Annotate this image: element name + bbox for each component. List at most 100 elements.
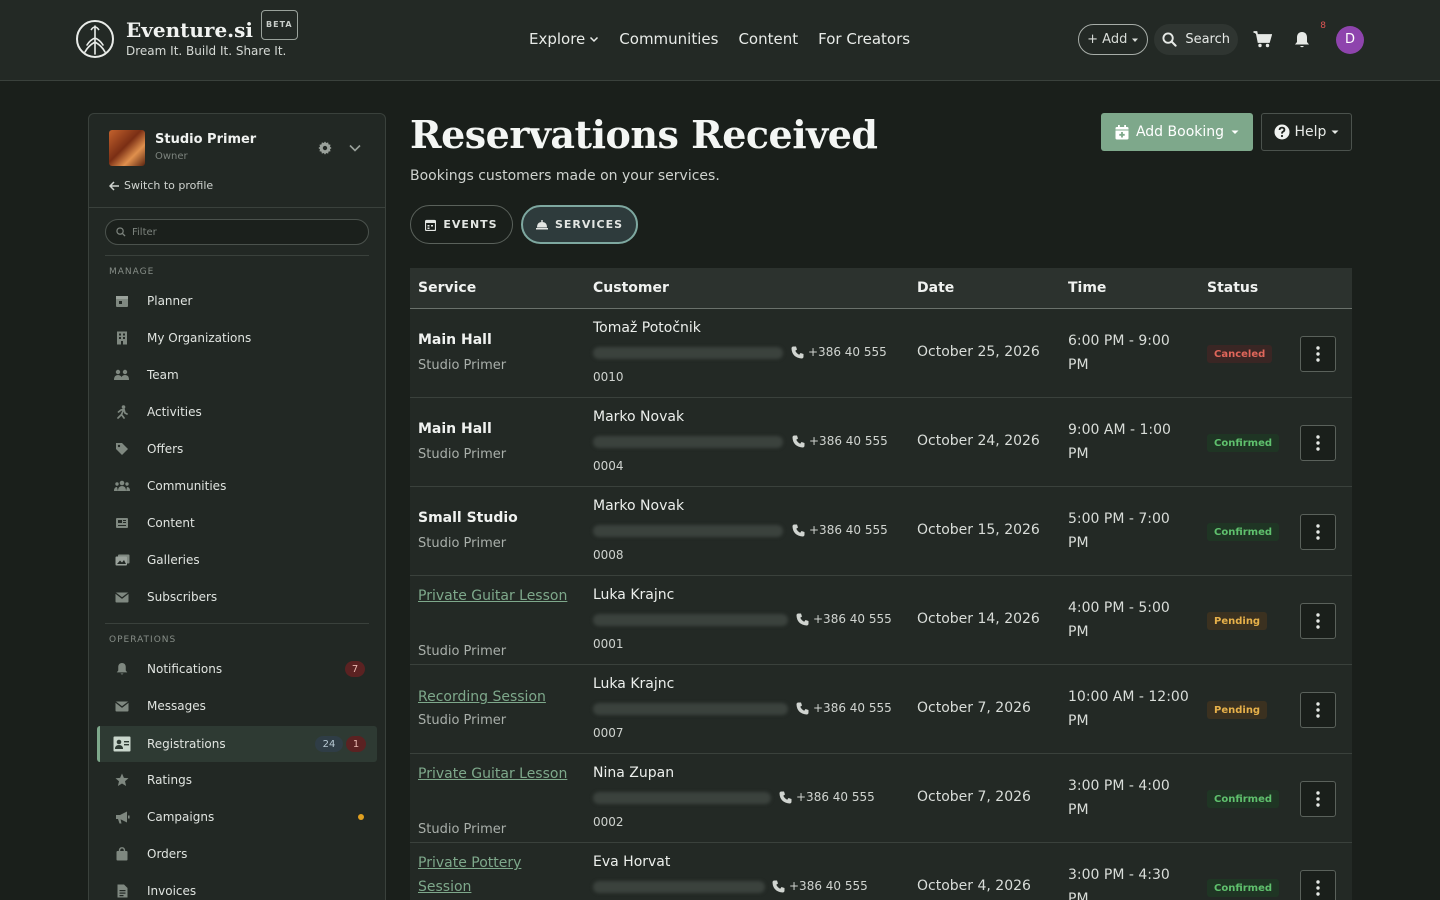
- sidebar-item-label: Content: [147, 516, 195, 530]
- service-link[interactable]: Private Guitar Lesson: [418, 584, 578, 608]
- customer-name: Nina Zupan: [593, 765, 675, 781]
- sidebar-filter: [105, 219, 369, 245]
- search-button[interactable]: Search: [1154, 24, 1238, 55]
- sidebar-item-communities[interactable]: Communities: [105, 469, 377, 503]
- sidebar-item-label: Galleries: [147, 553, 200, 567]
- booking-date: October 4, 2026: [917, 878, 1031, 894]
- id-card-icon: [113, 735, 131, 753]
- sidebar-item-activities[interactable]: Activities: [105, 395, 377, 429]
- customer-name: Marko Novak: [593, 498, 685, 514]
- customer-email-redacted: [593, 792, 771, 804]
- booking-time: 9:00 AM - 1:00 PM: [1068, 422, 1171, 462]
- help-button[interactable]: Help: [1261, 113, 1352, 151]
- row-actions-button[interactable]: [1300, 336, 1336, 372]
- table-row[interactable]: Private Pottery Session Eva Horvat +386 …: [410, 843, 1352, 900]
- customer-phone-number: +386 40 555: [808, 345, 887, 359]
- table-row[interactable]: Private Guitar Lesson Studio Primer Luka…: [410, 576, 1352, 665]
- gear-icon[interactable]: [318, 141, 332, 155]
- table-row[interactable]: Private Guitar Lesson Studio Primer Nina…: [410, 754, 1352, 843]
- tag-icon: [113, 440, 131, 458]
- table-row[interactable]: Main Hall Studio Primer Marko Novak +386…: [410, 398, 1352, 487]
- row-actions-button[interactable]: [1300, 603, 1336, 639]
- table-row[interactable]: Recording Session Studio Primer Luka Kra…: [410, 665, 1352, 754]
- service-link[interactable]: Recording Session: [418, 685, 598, 709]
- sidebar-item-my-organizations[interactable]: My Organizations: [105, 321, 377, 355]
- nav-actions: + Add Search 8 D: [1078, 21, 1364, 55]
- sidebar-item-orders[interactable]: Orders: [105, 837, 377, 871]
- table-row[interactable]: Main Hall Studio Primer Tomaž Potočnik +…: [410, 309, 1352, 398]
- users-icon: [113, 477, 131, 495]
- building-icon: [113, 329, 131, 347]
- team-icon: [113, 366, 131, 384]
- service-link[interactable]: Private Guitar Lesson: [418, 762, 578, 786]
- switch-to-profile-link[interactable]: Switch to profile: [109, 179, 213, 192]
- tab-services-label: SERVICES: [554, 218, 624, 231]
- sidebar-item-notifications[interactable]: Notifications 7: [105, 652, 377, 686]
- status-badge: Confirmed: [1207, 434, 1280, 452]
- cart-icon: [1253, 31, 1272, 48]
- column-header-status[interactable]: Status: [1207, 280, 1258, 296]
- sidebar-item-content[interactable]: Content: [105, 506, 377, 540]
- tab-services[interactable]: SERVICES: [521, 205, 638, 244]
- filter-input[interactable]: [132, 226, 352, 238]
- sidebar-item-label: Ratings: [147, 773, 192, 787]
- ellipsis-vertical-icon: [1316, 346, 1320, 362]
- customer-name: Tomaž Potočnik: [593, 320, 701, 336]
- booking-date: October 24, 2026: [917, 433, 1040, 449]
- search-label: Search: [1185, 32, 1230, 47]
- row-actions-button[interactable]: [1300, 425, 1336, 461]
- column-header-date[interactable]: Date: [917, 280, 954, 296]
- nav-content[interactable]: Content: [738, 30, 798, 48]
- sidebar-item-subscribers[interactable]: Subscribers: [105, 580, 377, 614]
- service-org: Studio Primer: [418, 447, 507, 462]
- registrations-total-badge: 24: [315, 736, 343, 752]
- nav-for-creators[interactable]: For Creators: [818, 30, 910, 48]
- calendar-plus-icon: [1115, 124, 1129, 139]
- nav-explore[interactable]: Explore: [529, 30, 599, 48]
- sidebar-item-invoices[interactable]: Invoices: [105, 874, 377, 900]
- section-label-operations: OPERATIONS: [109, 635, 177, 645]
- notifications-button[interactable]: 8: [1290, 21, 1326, 52]
- customer-phone: +386 40 555: [796, 701, 892, 715]
- phone-icon: [772, 880, 785, 892]
- user-avatar[interactable]: D: [1336, 25, 1364, 54]
- reservations-table: Service Customer Date Time Status Main H…: [410, 268, 1352, 900]
- add-booking-button[interactable]: Add Booking: [1101, 113, 1253, 151]
- sidebar-item-campaigns[interactable]: Campaigns: [105, 800, 377, 834]
- envelope-icon: [113, 697, 131, 715]
- service-link[interactable]: Private Pottery Session: [418, 851, 568, 899]
- row-actions-button[interactable]: [1300, 514, 1336, 550]
- add-booking-label: Add Booking: [1135, 124, 1225, 140]
- sidebar-item-planner[interactable]: Planner: [105, 284, 377, 318]
- sidebar-item-ratings[interactable]: Ratings: [105, 763, 377, 797]
- customer-phone-number: +386 40 555: [809, 523, 888, 537]
- status-badge: Confirmed: [1207, 790, 1280, 808]
- tab-events[interactable]: EVENTS: [410, 205, 513, 244]
- notifications-count-badge: 7: [345, 661, 365, 677]
- booking-time: 3:00 PM - 4:00 PM: [1068, 778, 1170, 818]
- booking-number: 0002: [593, 815, 624, 829]
- ellipsis-vertical-icon: [1316, 613, 1320, 629]
- sidebar-item-galleries[interactable]: Galleries: [105, 543, 377, 577]
- nav-communities[interactable]: Communities: [619, 30, 718, 48]
- cart-button[interactable]: [1250, 28, 1274, 52]
- table-row[interactable]: Small Studio Studio Primer Marko Novak +…: [410, 487, 1352, 576]
- customer-email-redacted: [593, 614, 788, 626]
- row-actions-button[interactable]: [1300, 692, 1336, 728]
- chevron-down-icon[interactable]: [348, 142, 362, 154]
- brand[interactable]: Eventure.si BETA Dream It. Build It. Sha…: [74, 10, 298, 60]
- column-header-service[interactable]: Service: [418, 280, 476, 296]
- service-org: Studio Primer: [418, 644, 507, 659]
- sidebar-item-team[interactable]: Team: [105, 358, 377, 392]
- question-circle-icon: [1274, 124, 1290, 140]
- column-header-customer[interactable]: Customer: [593, 280, 669, 296]
- sidebar-item-messages[interactable]: Messages: [105, 689, 377, 723]
- add-menu-button[interactable]: + Add: [1078, 24, 1149, 55]
- column-header-time[interactable]: Time: [1068, 280, 1106, 296]
- customer-email-redacted: [593, 525, 783, 537]
- row-actions-button[interactable]: [1300, 781, 1336, 817]
- sidebar-item-label: Planner: [147, 294, 193, 308]
- sidebar-item-registrations[interactable]: Registrations 24 1: [97, 726, 377, 762]
- row-actions-button[interactable]: [1300, 870, 1336, 900]
- sidebar-item-offers[interactable]: Offers: [105, 432, 377, 466]
